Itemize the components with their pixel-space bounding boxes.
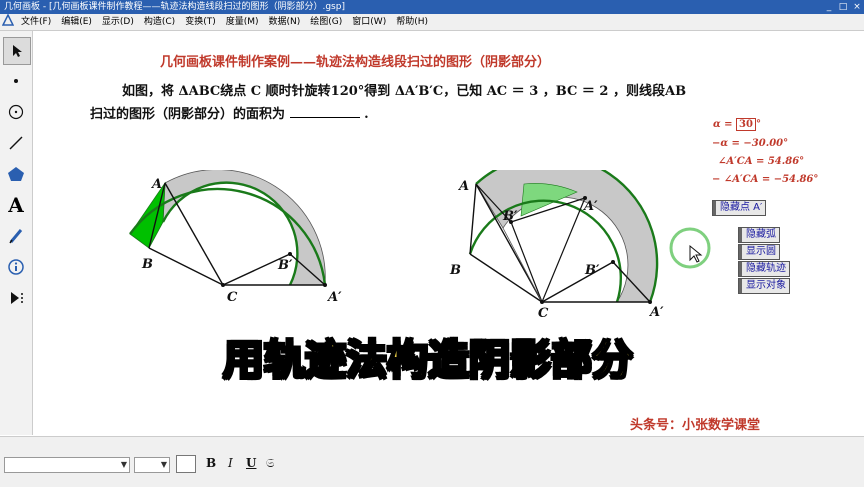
left-figure[interactable]: A B C B′ A′ — [120, 170, 350, 310]
text-tool-icon[interactable]: A — [3, 192, 29, 218]
right-segment-cb2 — [541, 261, 614, 303]
menu-help[interactable]: 帮助(H) — [391, 14, 433, 30]
menu-edit[interactable]: 编辑(E) — [56, 14, 97, 30]
right-label-b: B — [449, 263, 461, 278]
right-label-c: C — [538, 306, 549, 320]
menu-file[interactable]: 文件(F) — [16, 14, 56, 30]
point-tool-icon[interactable] — [3, 68, 29, 94]
menu-data[interactable]: 数据(N) — [264, 14, 306, 30]
neg-alpha-measure[interactable]: −α = −30.00° — [712, 138, 788, 149]
format-toolbar-row: ▼ ▼ B I U 𝔖 — [0, 455, 864, 475]
right-segment-a3c — [541, 197, 586, 303]
left-point-a2[interactable] — [323, 283, 327, 287]
right-figure[interactable]: A B C B′ A′ B′ A′ — [445, 170, 675, 320]
compass-tool-icon[interactable] — [3, 99, 29, 125]
left-label-a: A — [150, 177, 162, 192]
problem-line-1: 如图，将 ΔABC绕点 C 顺时针旋转120°得到 ΔA′B′C，已知 AC ＝… — [122, 84, 687, 99]
cursor-highlight — [669, 227, 711, 269]
right-label-a: A — [457, 179, 469, 194]
right-point-a2[interactable] — [648, 300, 652, 304]
maximize-button[interactable]: □ — [836, 0, 850, 14]
left-point-b2[interactable] — [288, 252, 292, 256]
problem-line-2-text: 扫过的图形（阴影部分）的面积为 — [90, 107, 286, 122]
app-menu-icon[interactable] — [0, 13, 16, 30]
right-label-a3: A′ — [582, 199, 598, 214]
left-point-c[interactable] — [221, 283, 225, 287]
left-label-c: C — [227, 290, 238, 305]
minimize-button[interactable]: _ — [822, 0, 836, 14]
hide-arc-button[interactable]: 隐藏弧 — [738, 227, 780, 243]
alpha-label: α = — [713, 119, 733, 130]
font-family-select[interactable]: ▼ — [4, 457, 130, 473]
chevron-down-icon: ▼ — [120, 460, 127, 469]
alpha-value-box[interactable]: 30 — [736, 118, 756, 131]
right-label-a2: A′ — [648, 305, 664, 320]
information-tool-icon[interactable] — [3, 254, 29, 280]
underline-button[interactable]: U — [246, 456, 256, 470]
right-segment-b3c — [510, 221, 543, 303]
menu-measure[interactable]: 度量(M) — [221, 14, 264, 30]
window-title: 几何画板 - [几何画板课件制作教程——轨迹法构造线段扫过的图形（阴影部分）.g… — [4, 2, 345, 12]
chevron-down-icon: ▼ — [160, 460, 167, 469]
show-object-button[interactable]: 显示对象 — [738, 278, 790, 294]
alpha-parameter: α = 30 ° — [713, 118, 761, 131]
right-label-b2: B′ — [584, 263, 600, 278]
arrow-tool-icon[interactable] — [3, 37, 31, 65]
menu-graph[interactable]: 绘图(G) — [305, 14, 347, 30]
problem-text: 如图，将 ΔABC绕点 C 顺时针旋转120°得到 ΔA′B′C，已知 AC ＝… — [90, 80, 795, 126]
text-format-bar: ▼ ▼ B I U 𝔖 — [0, 436, 864, 487]
alpha-unit: ° — [755, 119, 761, 130]
close-button[interactable]: × — [850, 0, 864, 14]
author-credit: 头条号：小张数学课堂 — [630, 418, 761, 433]
italic-button[interactable]: I — [228, 456, 233, 470]
left-label-b2: B′ — [277, 258, 293, 273]
hide-point-a2-button[interactable]: 隐藏点 A′ — [712, 200, 767, 216]
right-segment-extra — [502, 227, 543, 303]
mouse-cursor-icon — [689, 244, 703, 263]
answer-blank — [289, 105, 360, 118]
hide-locus-button[interactable]: 隐藏轨迹 — [738, 261, 790, 277]
sketch-headline: 几何画板课件制作案例——轨迹法构造线段扫过的图形（阴影部分） — [160, 55, 551, 70]
angle-measure-2[interactable]: − ∠A′CA = −54.86° — [712, 174, 818, 185]
show-circle-button[interactable]: 显示圆 — [738, 244, 780, 260]
straightedge-tool-icon[interactable] — [3, 130, 29, 156]
menu-transform[interactable]: 变换(T) — [180, 14, 221, 30]
menu-construct[interactable]: 构造(C) — [139, 14, 180, 30]
right-label-b3: B′ — [502, 209, 518, 224]
title-bar: 几何画板 - [几何画板课件制作教程——轨迹法构造线段扫过的图形（阴影部分）.g… — [0, 0, 864, 14]
menu-window[interactable]: 窗口(W) — [347, 14, 391, 30]
left-label-a2: A′ — [326, 290, 342, 305]
font-size-select[interactable]: ▼ — [134, 457, 170, 473]
angle-measure-1[interactable]: ∠A′CA = 54.86° — [718, 156, 804, 167]
right-segment-bc — [469, 253, 543, 303]
symbol-button[interactable]: 𝔖 — [266, 456, 274, 471]
right-point-b2[interactable] — [611, 260, 615, 264]
polygon-tool-icon[interactable] — [3, 161, 29, 187]
menu-display[interactable]: 显示(D) — [97, 14, 139, 30]
left-label-b: B — [141, 257, 153, 272]
bold-button[interactable]: B — [206, 456, 216, 470]
menu-bar: 文件(F) 编辑(E) 显示(D) 构造(C) 变换(T) 度量(M) 数据(N… — [0, 13, 864, 31]
marker-tool-icon[interactable] — [3, 223, 29, 249]
problem-line-2: 扫过的图形（阴影部分）的面积为 . — [90, 103, 795, 126]
toolbox: A — [0, 31, 33, 435]
caption-banner: 用轨迹法构造阴影部分 — [222, 335, 634, 385]
right-inner-arc — [468, 199, 622, 303]
custom-tool-icon[interactable] — [3, 285, 29, 311]
window-controls: _ □ × — [822, 0, 864, 14]
problem-end: . — [364, 107, 369, 122]
left-segment-ac — [164, 182, 224, 286]
right-point-c[interactable] — [540, 300, 544, 304]
text-color-swatch[interactable] — [176, 455, 196, 473]
